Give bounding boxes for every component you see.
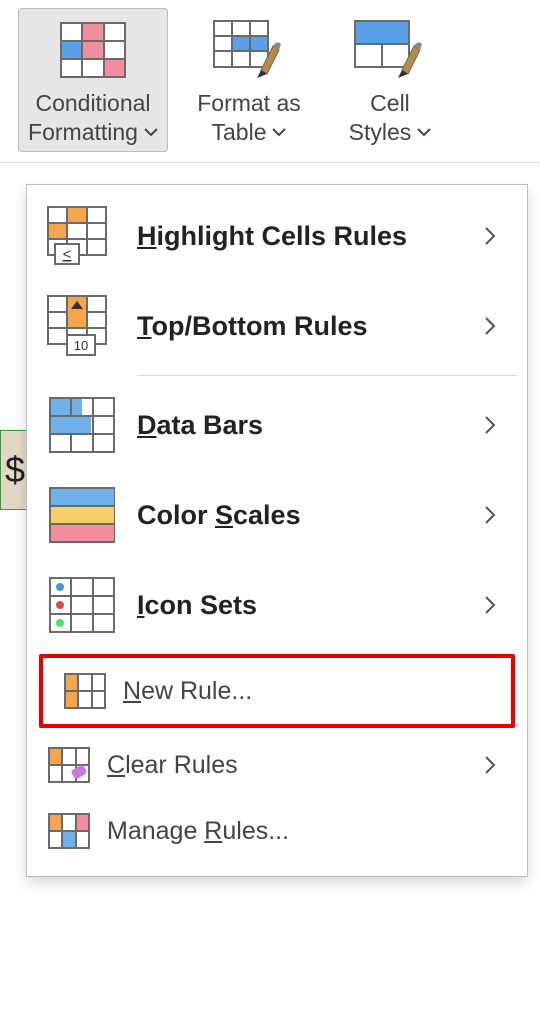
sheet-cell-value: $ [5,449,25,491]
clear-rules-icon [45,746,93,784]
menu-color-scales[interactable]: Color Scales [27,470,527,560]
format-as-table-button[interactable]: Format as Table [174,8,324,152]
conditional-formatting-label: Conditional Formatting [28,89,158,147]
chevron-right-icon [483,316,513,336]
format-as-table-label: Format as Table [197,89,301,147]
ribbon-styles-group: Conditional Formatting [0,0,540,163]
menu-label: Manage Rules... [107,817,513,846]
menu-highlight-cells-rules[interactable]: < Highlight Cells Rules [27,191,527,281]
menu-label: Clear Rules [107,751,483,780]
cell-styles-label: Cell Styles [349,89,432,147]
menu-label: New Rule... [123,677,497,706]
conditional-formatting-icon [60,17,126,83]
conditional-formatting-button[interactable]: Conditional Formatting [18,8,168,152]
menu-new-rule[interactable]: New Rule... [43,658,511,724]
chevron-right-icon [483,415,513,435]
svg-text:<: < [63,246,72,263]
top-bottom-rules-icon: 10 [45,295,119,357]
highlight-new-rule: New Rule... [39,654,515,728]
menu-top-bottom-rules[interactable]: 10 Top/Bottom Rules [27,281,527,371]
manage-rules-icon [45,812,93,850]
menu-label: Icon Sets [137,590,483,621]
menu-label: Data Bars [137,410,483,441]
format-as-table-icon [213,17,285,83]
chevron-right-icon [483,505,513,525]
chevron-down-icon [144,127,158,137]
new-rule-icon [61,672,109,710]
menu-icon-sets[interactable]: Icon Sets [27,560,527,650]
svg-text:10: 10 [74,338,88,353]
menu-label: Highlight Cells Rules [137,221,483,252]
cell-styles-icon [354,17,426,83]
menu-label: Top/Bottom Rules [137,311,483,342]
cell-styles-button[interactable]: Cell Styles [330,8,450,152]
highlight-cells-rules-icon: < [45,205,119,267]
chevron-down-icon [417,127,431,137]
menu-divider [137,375,517,376]
chevron-down-icon [272,127,286,137]
icon-sets-icon [45,574,119,636]
menu-label: Color Scales [137,500,483,531]
color-scales-icon [45,484,119,546]
menu-manage-rules[interactable]: Manage Rules... [27,798,527,864]
menu-clear-rules[interactable]: Clear Rules [27,732,527,798]
data-bars-icon [45,394,119,456]
chevron-right-icon [483,595,513,615]
chevron-right-icon [483,755,513,775]
menu-data-bars[interactable]: Data Bars [27,380,527,470]
chevron-right-icon [483,226,513,246]
conditional-formatting-dropdown: < Highlight Cells Rules 10 Top/Bo [26,184,528,877]
